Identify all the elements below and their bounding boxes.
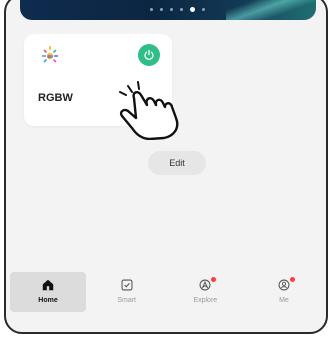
user-icon [278,279,290,291]
carousel-dot [150,8,153,11]
device-name: RGBW [38,92,73,104]
carousel-dot [202,8,205,11]
tab-me[interactable]: Me [246,272,322,312]
checkbox-icon [121,279,133,291]
tab-label: Home [38,297,58,304]
tab-label: Me [279,297,289,304]
tap-hand-icon [119,81,179,140]
carousel-dot [180,8,183,11]
power-toggle-button[interactable] [138,44,160,66]
home-icon [42,279,54,291]
tab-smart[interactable]: Smart [89,272,165,312]
notification-badge [211,277,217,282]
bottom-tab-bar: Home Smart Explore Me [6,272,326,328]
rgb-bulb-icon [42,46,58,63]
edit-button[interactable]: Edit [148,151,206,175]
carousel-dot [170,8,173,11]
carousel-dot-active [190,7,195,12]
tab-home[interactable]: Home [10,272,86,312]
power-icon [144,49,154,61]
tab-explore[interactable]: Explore [167,272,243,312]
carousel-dot [160,8,163,11]
carousel-indicator [150,7,205,12]
compass-icon [199,279,211,291]
promo-banner[interactable] [20,0,316,20]
banner-glow [226,0,316,20]
notification-badge [289,277,295,282]
tab-label: Explore [193,297,218,304]
tab-label: Smart [117,297,136,304]
phone-screen: RGBW Edit Home Smart Explore Me [4,0,328,334]
